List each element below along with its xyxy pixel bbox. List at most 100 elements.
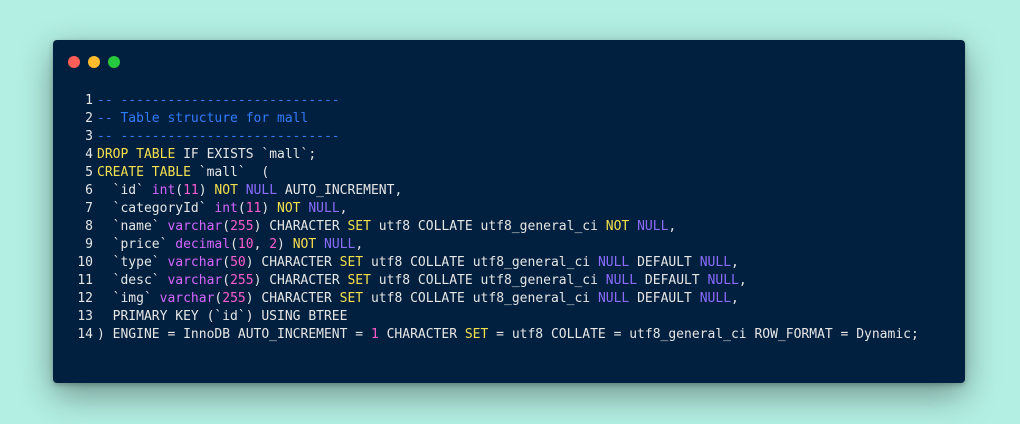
code-token-null: NULL [699, 255, 732, 270]
line-number: 8 [85, 219, 93, 234]
line-content: ) ENGINE = InnoDB AUTO_INCREMENT = 1 CHA… [97, 326, 947, 344]
code-token-plain: ( [175, 183, 184, 198]
code-token-plain: `desc` [97, 273, 168, 288]
code-token-plain: ) ENGINE = InnoDB AUTO_INCREMENT = [97, 327, 371, 342]
line-number: 10 [77, 255, 93, 270]
code-token-comment: -- ---------------------------- [97, 129, 340, 144]
code-line: 4 DROP TABLE IF EXISTS `mall`; [75, 146, 955, 164]
code-line: 13 PRIMARY KEY (`id`) USING BTREE [75, 308, 955, 326]
code-token-null: NULL [308, 201, 340, 216]
code-token-num: 50 [230, 255, 246, 270]
code-token-num: 10 [237, 237, 254, 252]
code-line: 1 -- ---------------------------- [75, 92, 955, 110]
line-content: `categoryId` int(11) NOT NULL, [97, 200, 348, 218]
code-token-plain: utf8 COLLATE utf8_general_ci [370, 219, 606, 234]
code-token-num: 1 [370, 327, 379, 342]
line-number: 9 [85, 237, 93, 252]
code-token-plain: ( [222, 219, 231, 234]
code-token-null: NULL [637, 219, 669, 234]
code-token-num: 11 [245, 201, 262, 216]
line-content: CREATE TABLE `mall` ( [97, 164, 269, 182]
code-token-type: varchar [167, 255, 223, 270]
code-line: 5 CREATE TABLE `mall` ( [75, 164, 955, 182]
code-token-num: 255 [230, 273, 254, 288]
code-token-plain: ) [277, 237, 293, 252]
line-number: 12 [77, 291, 93, 306]
line-number: 7 [85, 201, 93, 216]
code-token-plain: DEFAULT [637, 273, 708, 288]
code-token-kw: SET [339, 255, 364, 270]
code-token-plain: ) [261, 201, 278, 216]
code-line: 2 -- Table structure for mall [75, 110, 955, 128]
code-line: 10 `type` varchar(50) CHARACTER SET utf8… [75, 254, 955, 272]
code-token-plain: , [731, 255, 739, 270]
code-token-plain: `img` [97, 291, 160, 306]
line-content: PRIMARY KEY (`id`) USING BTREE [97, 308, 348, 326]
code-token-plain: AUTO_INCREMENT, [277, 183, 403, 198]
line-content: -- ---------------------------- [97, 92, 340, 110]
line-number: 6 [85, 183, 93, 198]
line-content: `img` varchar(255) CHARACTER SET utf8 CO… [97, 290, 739, 308]
line-content: DROP TABLE IF EXISTS `mall`; [97, 146, 316, 164]
code-token-plain: CHARACTER [378, 327, 465, 342]
code-token-kw: NOT [292, 237, 317, 252]
code-token-num: 11 [183, 183, 199, 198]
code-token-comment: -- ---------------------------- [97, 93, 340, 108]
code-token-plain: , [668, 219, 677, 234]
code-token-plain: , [339, 201, 348, 216]
code-line: 12 `img` varchar(255) CHARACTER SET utf8… [75, 290, 955, 308]
code-token-type: varchar [167, 219, 223, 234]
code-token-type: int [151, 183, 176, 198]
line-content: `price` decimal(10, 2) NOT NULL, [97, 236, 364, 254]
code-token-plain: , [355, 237, 364, 252]
code-token-kw: DROP TABLE [97, 147, 176, 162]
code-line: 9 `price` decimal(10, 2) NOT NULL, [75, 236, 955, 254]
close-dot-icon[interactable] [68, 56, 80, 68]
code-token-plain: DEFAULT [629, 291, 700, 306]
code-token-plain: , [738, 273, 747, 288]
code-token-kw: NOT [277, 201, 301, 216]
code-token-type: int [214, 201, 238, 216]
code-token-null: NULL [245, 183, 278, 198]
code-token-plain: ( [230, 237, 238, 252]
code-window: 1 -- ---------------------------- 2 -- T… [53, 40, 965, 383]
code-token-plain: IF EXISTS `mall`; [175, 147, 317, 162]
line-content: `id` int(11) NOT NULL AUTO_INCREMENT, [97, 182, 403, 200]
code-token-plain: utf8 COLLATE utf8_general_ci [363, 291, 598, 306]
code-token-plain: ) CHARACTER [245, 255, 340, 270]
code-token-plain: `type` [97, 255, 168, 270]
code-token-null: NULL [597, 291, 630, 306]
code-token-plain: ( [222, 255, 231, 270]
line-number: 1 [85, 93, 93, 108]
code-token-plain: `mall` ( [190, 165, 270, 180]
code-line: 11 `desc` varchar(255) CHARACTER SET utf… [75, 272, 955, 290]
code-token-kw: SET [464, 327, 489, 342]
code-token-type: decimal [175, 237, 231, 252]
code-token-null: NULL [605, 273, 638, 288]
code-token-plain: = utf8 COLLATE = utf8_general_ci ROW_FOR… [488, 327, 919, 342]
code-token-num: 255 [222, 291, 246, 306]
maximize-dot-icon[interactable] [108, 56, 120, 68]
minimize-dot-icon[interactable] [88, 56, 100, 68]
code-token-plain: `name` [97, 219, 168, 234]
code-token-kw: CREATE TABLE [97, 165, 191, 180]
code-token-type: varchar [167, 273, 223, 288]
code-token-plain: utf8 COLLATE utf8_general_ci [363, 255, 598, 270]
code-line: 7 `categoryId` int(11) NOT NULL, [75, 200, 955, 218]
code-token-null: NULL [699, 291, 732, 306]
code-token-plain: `price` [97, 237, 176, 252]
line-number: 2 [85, 111, 93, 126]
code-token-num: 2 [269, 237, 278, 252]
line-content: `name` varchar(255) CHARACTER SET utf8 C… [97, 218, 677, 236]
code-token-kw: SET [347, 273, 371, 288]
code-token-comment: -- Table structure for mall [97, 111, 309, 126]
code-token-plain: ( [222, 273, 231, 288]
code-token-plain: `id` [97, 183, 152, 198]
code-token-plain: `categoryId` [97, 201, 215, 216]
code-token-plain: PRIMARY KEY (`id`) USING BTREE [97, 309, 348, 324]
line-number: 14 [77, 327, 93, 342]
code-line: 6 `id` int(11) NOT NULL AUTO_INCREMENT, [75, 182, 955, 200]
code-token-plain: DEFAULT [629, 255, 700, 270]
